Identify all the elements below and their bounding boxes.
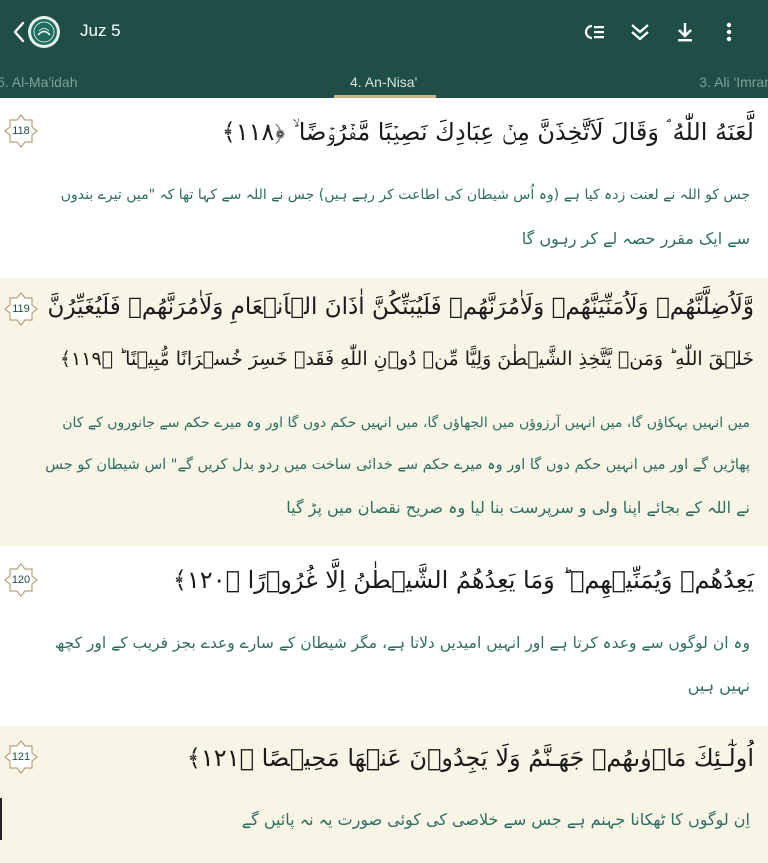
- list-settings-icon: [584, 24, 604, 40]
- ayah-number-badge[interactable]: 118: [4, 114, 38, 148]
- ayah-number: 119: [12, 303, 30, 315]
- ayah-block-121[interactable]: 121 اُولٰٓـئِكَ مَاۡوٰٮهُمۡ جَهَـنَّمُ و…: [0, 726, 768, 863]
- urdu-translation-line: نہیں ہیں: [687, 676, 750, 695]
- list-settings-button[interactable]: [581, 18, 609, 46]
- tab-ali-imran[interactable]: 3. Ali 'Imran: [699, 74, 768, 90]
- ayah-block-120[interactable]: 120 يَعِدُهُمۡ وَيُمَنِّيۡهِمۡ​ ؕ وَمَا …: [0, 546, 768, 726]
- ayah-number: 118: [12, 125, 30, 137]
- text-cursor: [0, 798, 2, 840]
- ayah-number-badge[interactable]: 119: [4, 292, 38, 326]
- more-vert-icon: [726, 22, 732, 42]
- urdu-translation-line: نے اللہ کے بجائے اپنا ولی و سرپرست بنا ل…: [286, 498, 750, 517]
- ayah-number-badge[interactable]: 121: [4, 740, 38, 774]
- ayah-block-119[interactable]: 119 وَّلَاُضِلَّنَّهُمۡ وَلَاُمَنِّيَنَّ…: [0, 278, 768, 546]
- arabic-text: اُولٰٓـئِكَ مَاۡوٰٮهُمۡ جَهَـنَّمُ وَلَا…: [186, 744, 754, 772]
- ayah-number: 121: [11, 751, 31, 763]
- ayah-number-badge[interactable]: 120: [4, 563, 38, 597]
- download-button[interactable]: [671, 18, 699, 46]
- arabic-text: يَعِدُهُمۡ وَيُمَنِّيۡهِمۡ​ ؕ وَمَا يَعِ…: [172, 566, 754, 594]
- tab-al-maidah[interactable]: 5. Al-Ma'idah: [0, 74, 78, 90]
- ayah-number: 120: [11, 574, 31, 586]
- urdu-translation-line: سے ایک مقرر حصہ لے کر رہوں گا: [521, 229, 750, 248]
- arabic-text: وَّلَاُضِلَّنَّهُمۡ وَلَاُمَنِّيَنَّهُمۡ…: [47, 294, 754, 320]
- urdu-translation-line: وہ ان لوگوں سے وعدہ کرتا ہے اور انہیں ام…: [54, 634, 750, 652]
- arabic-text: لَّعَنَهُ اللّٰهُ ۘ وَقَالَ لَاَتَّخِذَن…: [221, 118, 754, 146]
- chevron-left-icon: [13, 21, 25, 43]
- more-options-button[interactable]: [715, 18, 743, 46]
- urdu-translation-line: اِن لوگوں کا ٹھکانا جہنم ہے جس سے خلاصی …: [241, 810, 750, 829]
- urdu-translation-line: میں انہیں بہکاؤں گا، میں انہیں آرزوؤں می…: [62, 415, 750, 431]
- page-title: Juz 5: [80, 21, 121, 40]
- ayah-block-118[interactable]: 118 لَّعَنَهُ اللّٰهُ ۘ وَقَالَ لَاَتَّخ…: [0, 98, 768, 278]
- urdu-translation-line: پھاڑیں گے اور میں انہیں حکم دوں گا اور و…: [45, 457, 750, 473]
- quran-logo-icon: [28, 16, 60, 48]
- arabic-text: خَلۡقَ اللّٰهِ​ ؕ وَمَنۡ يَّتَّخِذِ الشَ…: [59, 348, 754, 370]
- double-chevron-down-icon: [631, 24, 649, 41]
- app-bar: Juz 5: [0, 0, 768, 64]
- scroll-down-button[interactable]: [626, 18, 654, 46]
- download-icon: [678, 23, 692, 42]
- surah-tabs: 5. Al-Ma'idah 4. An-Nisa' 3. Ali 'Imran: [0, 64, 768, 98]
- urdu-translation-line: جس کو اللہ نے لعنت زدہ کیا ہے (وہ اُس شی…: [60, 187, 750, 203]
- tab-an-nisa[interactable]: 4. An-Nisa': [350, 74, 417, 90]
